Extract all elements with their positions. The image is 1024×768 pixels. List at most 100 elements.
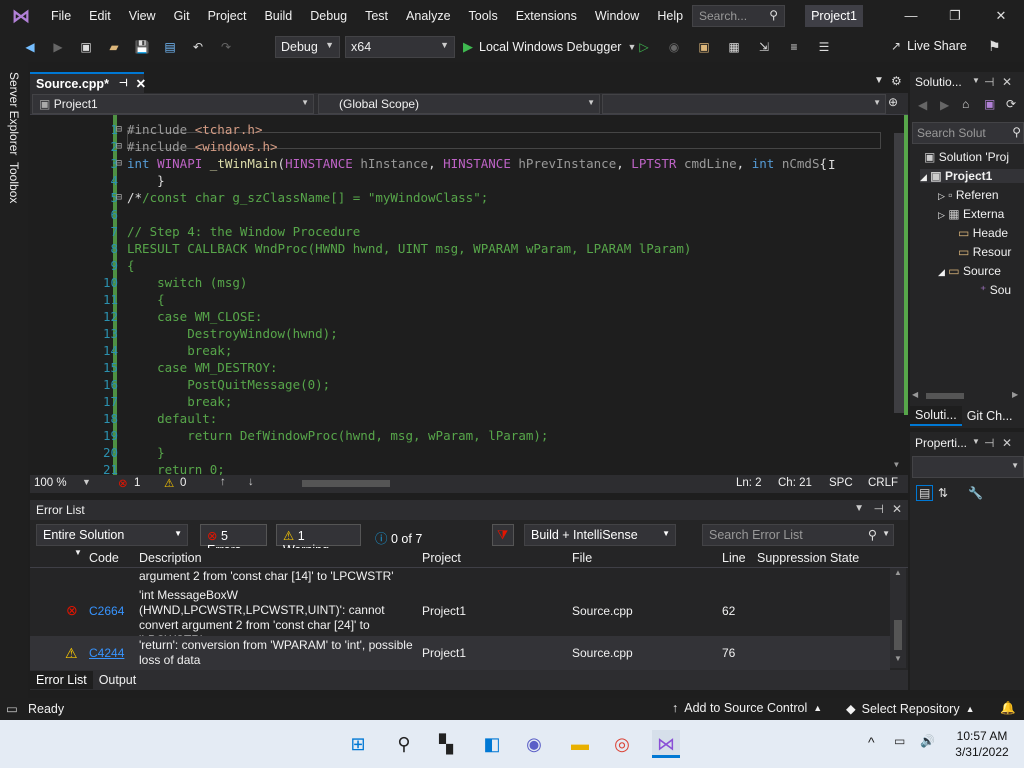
menu-build[interactable]: Build [255, 0, 301, 32]
editor-vertical-scrollbar[interactable]: ▼ [890, 115, 908, 475]
horizontal-scrollbar[interactable] [292, 479, 710, 489]
col-line[interactable]: Line [722, 551, 746, 565]
menu-tools[interactable]: Tools [460, 0, 507, 32]
col-suppression[interactable]: Suppression State [757, 551, 859, 565]
error-list-scrollbar[interactable]: ▲ ▼ [890, 568, 906, 668]
select-repository-button[interactable]: ◆ Select Repository ▲ [846, 701, 975, 717]
notifications-icon[interactable]: 🔔 [1000, 701, 1016, 716]
feedback-icon[interactable]: ⚑ [988, 38, 1001, 55]
forward-icon[interactable]: ▶ [940, 98, 949, 112]
chat-icon[interactable]: ◉ [520, 730, 548, 758]
property-pages-icon[interactable]: 🔧 [968, 486, 983, 500]
scroll-up-icon[interactable]: ▲ [894, 568, 902, 577]
close-panel-icon[interactable]: ✕ [1002, 75, 1012, 89]
comment-icon[interactable]: ☰ [816, 39, 832, 55]
run-debugger-button[interactable]: ▶ Local Windows Debugger ▼ [463, 37, 636, 57]
collapse-icon[interactable]: ⊟ [116, 141, 122, 152]
project-nav-dropdown[interactable]: ▣ Project1 ▼ [32, 94, 314, 114]
tree-item-external[interactable]: ▷ ▦ Externa [938, 207, 1004, 221]
close-panel-icon[interactable]: ✕ [1002, 436, 1012, 450]
error-code-link[interactable]: C2664 [89, 604, 124, 618]
tree-item-source-file[interactable]: ⁺ Sou [980, 283, 1011, 297]
scrollbar-thumb[interactable] [926, 393, 964, 399]
menu-test[interactable]: Test [356, 0, 397, 32]
menu-view[interactable]: View [120, 0, 165, 32]
pin-icon[interactable]: ⊣ [984, 436, 994, 450]
open-folder-icon[interactable]: ▰ [106, 39, 122, 55]
sync-icon[interactable]: ⟳ [1006, 97, 1016, 111]
arrow-up-icon[interactable]: ↑ [220, 476, 226, 488]
pin-icon[interactable]: ⊣ [874, 502, 884, 516]
redo-icon[interactable]: ↷ [218, 39, 234, 55]
split-icon[interactable]: ⊕ [888, 95, 898, 109]
collapse-icon[interactable]: ⊟ [116, 124, 122, 135]
search-icon[interactable]: ⚲ [390, 730, 418, 758]
code-editor[interactable]: 1 2 3 4 5 6 7 8 9 10 11 12 13 14 15 16 17 18 19 20 21 #inclu… [30, 115, 908, 475]
settings-icon[interactable]: ⚙ [891, 74, 902, 88]
table-row[interactable]: argument 2 from 'const char [14]' to 'LP… [30, 568, 890, 584]
scrollbar-thumb[interactable] [894, 620, 902, 650]
new-item-icon[interactable]: ▣ [78, 39, 94, 55]
add-source-control-button[interactable]: ↑ Add to Source Control ▲ [672, 701, 822, 715]
browse-icon[interactable]: ▣ [696, 39, 712, 55]
back-icon[interactable]: ◀ [918, 98, 927, 112]
global-search-input[interactable]: Search... ⚲ [692, 5, 785, 27]
menu-window[interactable]: Window [586, 0, 648, 32]
config-dropdown[interactable]: Debug ▼ [275, 36, 340, 58]
build-filter-dropdown[interactable]: Build + IntelliSense ▼ [524, 524, 676, 546]
home-icon[interactable]: ⌂ [962, 97, 969, 111]
tab-menu-icon[interactable]: ▼ [874, 75, 884, 86]
col-code[interactable]: Code [89, 551, 119, 565]
save-icon[interactable]: 💾 [134, 39, 150, 55]
platform-dropdown[interactable]: x64 ▼ [345, 36, 455, 58]
save-all-icon[interactable]: ▤ [162, 39, 178, 55]
scope-dropdown[interactable]: Entire Solution ▼ [36, 524, 188, 546]
layout-icon[interactable]: ▦ [726, 39, 742, 55]
tree-item-solution[interactable]: ▣ Solution 'Proj [924, 150, 1009, 164]
col-project[interactable]: Project [422, 551, 461, 565]
step-icon[interactable]: ⇲ [756, 39, 772, 55]
scroll-down-icon[interactable]: ▼ [894, 654, 902, 663]
scroll-right-icon[interactable]: ▶ [1012, 390, 1018, 399]
minimize-icon[interactable]: — [888, 0, 934, 32]
windows-start-icon[interactable]: ⊞ [344, 730, 372, 758]
column-indicator[interactable]: Ch: 21 [778, 477, 812, 489]
tab-solution-explorer[interactable]: Soluti... [910, 406, 962, 426]
close-panel-icon[interactable]: ✕ [892, 502, 902, 516]
menu-analyze[interactable]: Analyze [397, 0, 459, 32]
solution-search-input[interactable]: Search Solut ⚲ [912, 122, 1024, 144]
chevron-up-icon[interactable]: ^ [868, 734, 875, 750]
messages-filter-button[interactable]: ⓘ 0 of 7 Messages [368, 524, 484, 561]
tab-output[interactable]: Output [93, 671, 143, 689]
volume-icon[interactable]: 🔊 [920, 734, 935, 748]
tree-item-project[interactable]: ◢ ▣ Project1 [920, 169, 1024, 183]
alphabetical-icon[interactable]: ⇅ [938, 486, 948, 500]
menu-extensions[interactable]: Extensions [507, 0, 586, 32]
arrow-down-icon[interactable]: ↓ [248, 476, 254, 488]
table-row[interactable]: ⚠ C4244 'return': conversion from 'WPARA… [30, 636, 890, 670]
network-icon[interactable]: ▭ [894, 734, 905, 748]
errors-filter-button[interactable]: ⊗ 5 Errors [200, 524, 267, 557]
tree-item-headers[interactable]: ▭ Heade [958, 226, 1008, 240]
task-view-icon[interactable]: ▚ [432, 730, 460, 758]
warning-count[interactable]: 0 [180, 477, 186, 489]
scroll-left-icon[interactable]: ◀ [912, 390, 918, 399]
tab-error-list[interactable]: Error List [30, 671, 93, 689]
member-nav-dropdown[interactable]: ▼ [602, 94, 886, 114]
file-explorer-icon[interactable]: ▬ [566, 730, 594, 758]
tree-item-references[interactable]: ▷ ▫ Referen [938, 188, 999, 202]
close-window-icon[interactable]: ✕ [978, 0, 1024, 32]
table-row[interactable]: ⊗ C2664 'int MessageBoxW (HWND,LPCWSTR,L… [30, 586, 890, 647]
properties-object-dropdown[interactable]: ▼ [912, 456, 1024, 478]
format-icon[interactable]: ≡ [786, 39, 802, 55]
switch-views-icon[interactable]: ▣ [984, 97, 995, 111]
zoom-dropdown[interactable]: 100 % [34, 477, 67, 489]
solution-hscrollbar[interactable]: ◀ ▶ [910, 390, 1024, 402]
undo-icon[interactable]: ↶ [190, 39, 206, 55]
scrollbar-thumb[interactable] [302, 480, 390, 487]
whitespace-indicator[interactable]: SPC [829, 477, 853, 489]
menu-debug[interactable]: Debug [301, 0, 356, 32]
warnings-filter-button[interactable]: ⚠ 1 Warning [276, 524, 361, 557]
clock[interactable]: 10:57 AM 3/31/2022 [950, 728, 1014, 760]
col-file[interactable]: File [572, 551, 592, 565]
